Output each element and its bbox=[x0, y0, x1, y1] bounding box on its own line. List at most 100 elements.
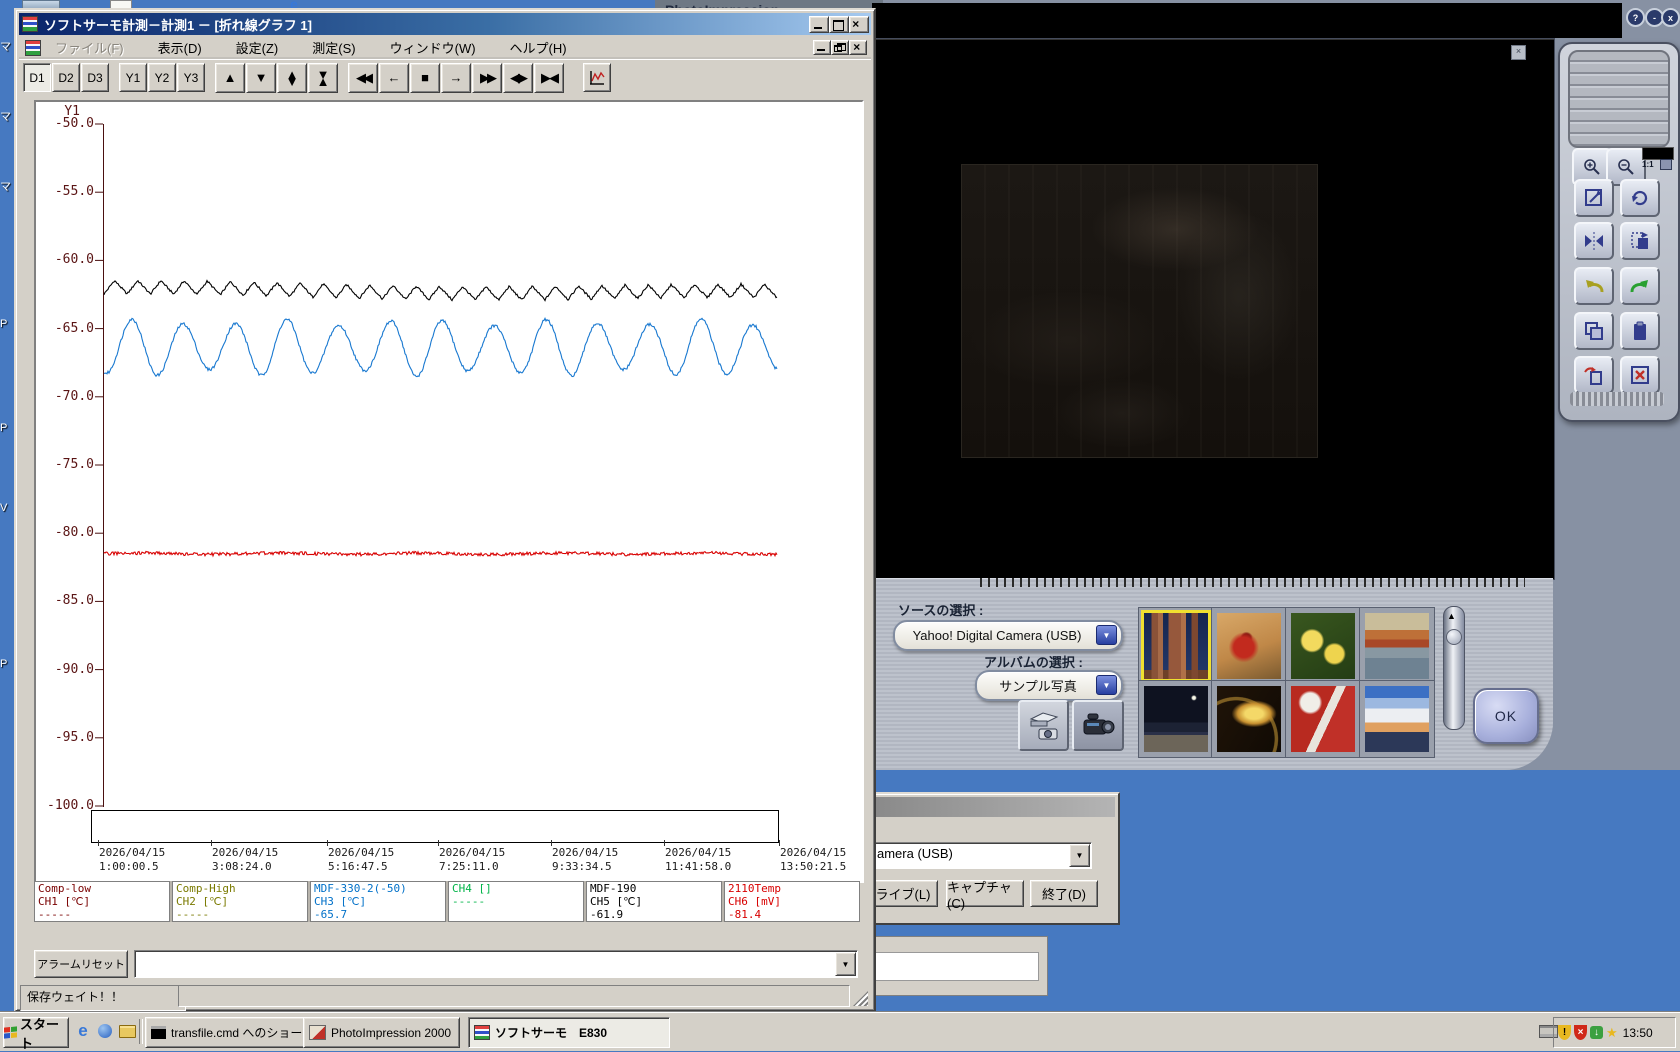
thumbnail-yellow-flowers[interactable] bbox=[1285, 607, 1361, 685]
paste-button[interactable] bbox=[1620, 312, 1660, 350]
help-button[interactable]: ? bbox=[1626, 8, 1645, 27]
thumbnail-harbor-town[interactable] bbox=[1359, 607, 1435, 685]
mdi-restore-button[interactable] bbox=[831, 40, 849, 55]
undo-button[interactable] bbox=[1574, 267, 1614, 305]
channel-cell-ch1[interactable]: Comp-low CH1 [℃] ----- bbox=[34, 881, 170, 922]
mdi-close-button[interactable]: × bbox=[849, 40, 867, 55]
channel-cell-ch5[interactable]: MDF-190 CH5 [℃] -61.9 bbox=[586, 881, 722, 922]
close-image-button[interactable] bbox=[1620, 356, 1660, 394]
copy-button[interactable] bbox=[1574, 312, 1614, 350]
update-icon[interactable]: ↓ bbox=[1590, 1026, 1603, 1039]
video-camera-button[interactable] bbox=[1072, 700, 1124, 751]
titlebar[interactable]: ソフトサーモ計測－計測1 － [折れ線グラフ 1] × bbox=[19, 13, 871, 35]
y1-button[interactable]: Y1 bbox=[119, 63, 147, 92]
zoom-ratio-label[interactable]: 1:1 bbox=[1642, 160, 1654, 169]
menu-settings[interactable]: 設定(Z) bbox=[236, 38, 279, 57]
acquire-scanner-button[interactable] bbox=[1018, 700, 1069, 751]
quicklaunch-folder-icon[interactable] bbox=[116, 1020, 138, 1042]
menu-help[interactable]: ヘルプ(H) bbox=[510, 38, 567, 57]
source-select-dropdown[interactable]: Yahoo! Digital Camera (USB) ▼ bbox=[893, 620, 1123, 651]
close-button[interactable]: x bbox=[1661, 8, 1680, 27]
security-error-icon[interactable]: × bbox=[1574, 1025, 1587, 1040]
scroll-down-button[interactable]: ▼ bbox=[246, 62, 276, 93]
quicklaunch-ie-icon[interactable]: e bbox=[72, 1020, 94, 1042]
stop-button[interactable]: ■ bbox=[410, 62, 440, 93]
desktop-icon-label: マ bbox=[0, 111, 11, 123]
channel-cell-ch6[interactable]: 2110Temp CH6 [mV] -81.4 bbox=[724, 881, 860, 922]
scroll-up-button[interactable]: ▲ bbox=[215, 62, 245, 93]
thumbnail-gold-abstract[interactable] bbox=[1211, 680, 1287, 758]
crop-rotate-button[interactable] bbox=[1620, 222, 1660, 260]
chevron-down-icon[interactable]: ▼ bbox=[1096, 675, 1117, 695]
maximize-button[interactable] bbox=[829, 15, 849, 33]
security-alert-icon[interactable]: ! bbox=[1558, 1025, 1571, 1040]
clock[interactable]: 13:50 bbox=[1623, 1026, 1653, 1040]
y2-button[interactable]: Y2 bbox=[148, 63, 176, 92]
channel-cell-ch4[interactable]: CH4 [] ----- bbox=[448, 881, 584, 922]
compress-horizontal-button[interactable]: ▶◀ bbox=[534, 62, 564, 93]
d3-button[interactable]: D3 bbox=[81, 63, 109, 92]
channel-cell-ch3[interactable]: MDF-330-2(-50) CH3 [℃] -65.7 bbox=[310, 881, 446, 922]
thumbnail-city-night[interactable] bbox=[1138, 680, 1214, 758]
alarm-reset-button[interactable]: アラームリセット bbox=[34, 950, 128, 978]
start-button[interactable]: スタート bbox=[3, 1017, 69, 1051]
d2-button[interactable]: D2 bbox=[52, 63, 80, 92]
menu-measure[interactable]: 測定(S) bbox=[312, 38, 355, 57]
redo-button[interactable] bbox=[1620, 267, 1660, 305]
compress-vertical-button[interactable]: ▼ ▲ bbox=[308, 62, 338, 93]
task-transfile[interactable]: transfile.cmd へのショート... bbox=[145, 1017, 311, 1048]
thumbnail-rock-spires[interactable] bbox=[1138, 607, 1214, 685]
flip-horizontal-icon bbox=[1585, 232, 1603, 250]
album-select-dropdown[interactable]: サンプル写真 ▼ bbox=[975, 670, 1123, 701]
expand-vertical-button[interactable]: ▲ ▼ bbox=[277, 62, 307, 93]
resize-grip[interactable] bbox=[853, 991, 868, 1006]
thumbnail-ship-flag[interactable] bbox=[1285, 680, 1361, 758]
chevron-down-icon[interactable]: ▼ bbox=[835, 952, 856, 976]
crop-rotate-icon bbox=[1631, 232, 1648, 249]
ok-button[interactable]: OK bbox=[1473, 688, 1539, 744]
time-range-box[interactable] bbox=[91, 810, 779, 843]
resize-button[interactable] bbox=[1574, 179, 1614, 217]
rotate-button[interactable] bbox=[1620, 179, 1660, 217]
thumbnail-sunset-clouds[interactable] bbox=[1359, 680, 1435, 758]
minimize-button[interactable] bbox=[809, 15, 829, 33]
step-back-button[interactable]: ← bbox=[379, 62, 409, 93]
fit-window-icon[interactable] bbox=[1660, 159, 1672, 170]
thumbnail-cardinal-bird[interactable] bbox=[1211, 607, 1287, 685]
menu-window[interactable]: ウィンドウ(W) bbox=[390, 38, 476, 57]
task-photoimpression[interactable]: PhotoImpression 2000 bbox=[303, 1017, 460, 1048]
line-chart-panel: Y1 -50.0 -55.0 -60.0 -65.0 -70.0 -75.0 -… bbox=[34, 100, 864, 883]
thumbnail-image bbox=[1217, 686, 1281, 752]
thumbnail-scrollbar[interactable]: ▲ bbox=[1443, 606, 1465, 730]
live-button[interactable]: ライブ(L) bbox=[868, 880, 938, 907]
fast-forward-button[interactable]: ▶▶ bbox=[472, 62, 502, 93]
chevron-down-icon[interactable]: ▼ bbox=[1069, 844, 1090, 867]
menu-view[interactable]: 表示(D) bbox=[158, 38, 202, 57]
exit-button[interactable]: 終了(D) bbox=[1030, 880, 1098, 907]
scrollbar-thumb[interactable] bbox=[1446, 629, 1462, 645]
y-tick-label: -95.0 bbox=[54, 730, 94, 745]
windows-flag-icon bbox=[4, 1025, 17, 1039]
channel-cell-ch2[interactable]: Comp-High CH2 [℃] ----- bbox=[172, 881, 308, 922]
capture-button[interactable]: キャプチャ(C) bbox=[946, 880, 1024, 911]
preview-close-icon[interactable]: × bbox=[1511, 45, 1526, 60]
toolbar: D1 D2 D3 Y1 Y2 Y3 ▲ ▼ ▲ ▼ ▼ ▲ ◀◀ ← ■ → ▶… bbox=[19, 59, 871, 95]
chevron-down-icon[interactable]: ▼ bbox=[1096, 625, 1117, 645]
d1-button[interactable]: D1 bbox=[23, 63, 51, 92]
delete-button[interactable] bbox=[1574, 356, 1614, 394]
star-icon[interactable]: ★ bbox=[1606, 1025, 1618, 1041]
step-forward-button[interactable]: → bbox=[441, 62, 471, 93]
quicklaunch-mail-icon[interactable] bbox=[94, 1020, 116, 1042]
camera-source-combobox[interactable]: amera (USB) ▼ bbox=[838, 842, 1092, 869]
task-softthermo[interactable]: ソフトサーモ E830 bbox=[468, 1017, 670, 1048]
scroll-up-icon[interactable]: ▲ bbox=[1447, 611, 1456, 621]
graph-settings-button[interactable] bbox=[583, 63, 611, 92]
rewind-button[interactable]: ◀◀ bbox=[348, 62, 378, 93]
y3-button[interactable]: Y3 bbox=[177, 63, 205, 92]
menu-file[interactable]: ファイル(F) bbox=[55, 38, 124, 57]
flip-horizontal-button[interactable] bbox=[1574, 222, 1614, 260]
close-button[interactable]: × bbox=[849, 15, 869, 33]
expand-horizontal-button[interactable]: ◀▶ bbox=[503, 62, 533, 93]
mdi-minimize-button[interactable] bbox=[813, 40, 831, 55]
alarm-message-combobox[interactable]: ▼ bbox=[134, 950, 858, 978]
